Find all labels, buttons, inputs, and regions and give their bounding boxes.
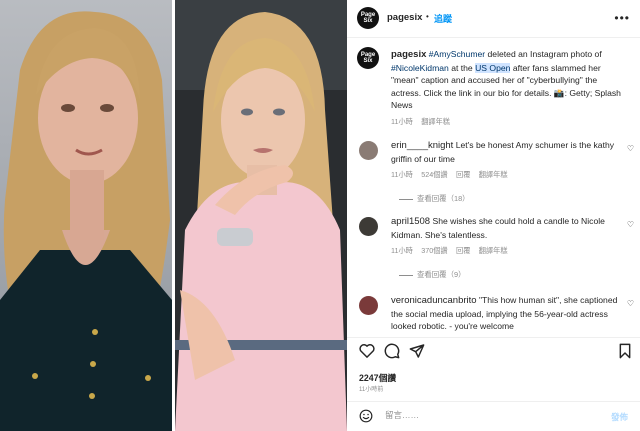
comment-time: 11小時 [391, 246, 413, 256]
comment-username[interactable]: veronicaduncanbrito [391, 295, 477, 306]
comment-translate[interactable]: 翻譯年糕 [479, 170, 508, 179]
comment-input[interactable] [383, 409, 577, 421]
caption-time: 11小時 [391, 116, 413, 126]
comment-heart-icon[interactable]: ♡ [627, 144, 634, 153]
instagram-panel: Page Six pagesix • 追蹤 ••• Page Six pages… [347, 0, 640, 431]
likes-count[interactable]: 2247個讚 [359, 371, 396, 384]
emoji-icon[interactable] [359, 409, 373, 423]
comment-username[interactable]: april1508 [391, 216, 430, 227]
view-replies-button[interactable]: 查看回覆（9） [399, 269, 465, 280]
heart-icon[interactable] [359, 343, 375, 358]
comment-likes[interactable]: 524個讚 [421, 170, 447, 179]
posted-time: 11小時前 [359, 387, 384, 393]
view-replies-button[interactable]: 查看回覆（18） [399, 193, 470, 204]
actions-divider [347, 337, 640, 338]
replies-line [399, 274, 413, 276]
view-replies-label: 查看回覆（18） [417, 194, 470, 203]
header-username[interactable]: pagesix [387, 12, 422, 23]
avatar-logo-text: Page Six [360, 12, 376, 24]
share-icon[interactable] [409, 343, 425, 359]
follow-button[interactable]: 追蹤 [434, 12, 452, 25]
post-comment-button[interactable]: 發佈 [611, 411, 628, 423]
comment-username[interactable]: erin____knight [391, 140, 453, 151]
more-horizontal-icon[interactable]: ••• [614, 11, 630, 25]
header-divider [347, 37, 640, 38]
caption-text-2: at the [448, 62, 476, 73]
view-replies-label: 查看回覆（9） [417, 270, 466, 279]
hashtag-nicolekidman[interactable]: #NicoleKidman [391, 63, 449, 73]
comment-avatar[interactable] [359, 296, 378, 315]
post-image [0, 0, 347, 431]
replies-line [399, 198, 413, 200]
comment-item: erin____knight Let's be honest Amy schum… [391, 139, 623, 182]
comment-icon[interactable] [384, 343, 400, 359]
comment-reply[interactable]: 回覆 [456, 170, 470, 179]
post-header: Page Six pagesix • 追蹤 ••• [347, 0, 640, 36]
comment-time: 11小時 [391, 170, 413, 180]
caption-text-1: deleted an Instagram photo of [485, 49, 602, 59]
header-separator: • [426, 12, 429, 21]
action-bar [357, 343, 632, 363]
caption-translate[interactable]: 翻譯年糕 [421, 117, 450, 126]
comment-reply[interactable]: 回覆 [456, 246, 470, 255]
comment-heart-icon[interactable]: ♡ [627, 299, 634, 308]
caption-avatar[interactable]: Page Six [357, 47, 379, 69]
post-caption: pagesix #AmySchumer deleted an Instagram… [391, 48, 629, 129]
hashtag-amyschumer[interactable]: #AmySchumer [429, 49, 485, 59]
comment-likes[interactable]: 370個讚 [421, 246, 447, 255]
comment-heart-icon[interactable]: ♡ [627, 220, 634, 229]
photo-nicole-kidman [175, 0, 347, 431]
caption-avatar-text: Page Six [360, 52, 376, 64]
comment-avatar[interactable] [359, 217, 378, 236]
highlight-us-open: US Open [475, 62, 511, 73]
comment-item: april1508 She wishes she could hold a ca… [391, 215, 623, 258]
comment-item: veronicaduncanbrito "This how human sit"… [391, 294, 623, 333]
bookmark-icon[interactable] [618, 343, 632, 359]
add-comment-bar: 發佈 [347, 402, 640, 431]
pagesix-avatar[interactable]: Page Six [357, 7, 379, 29]
comment-avatar[interactable] [359, 141, 378, 160]
comment-translate[interactable]: 翻譯年糕 [479, 246, 508, 255]
caption-username[interactable]: pagesix [391, 49, 426, 60]
photo-amy-schumer [0, 0, 172, 431]
